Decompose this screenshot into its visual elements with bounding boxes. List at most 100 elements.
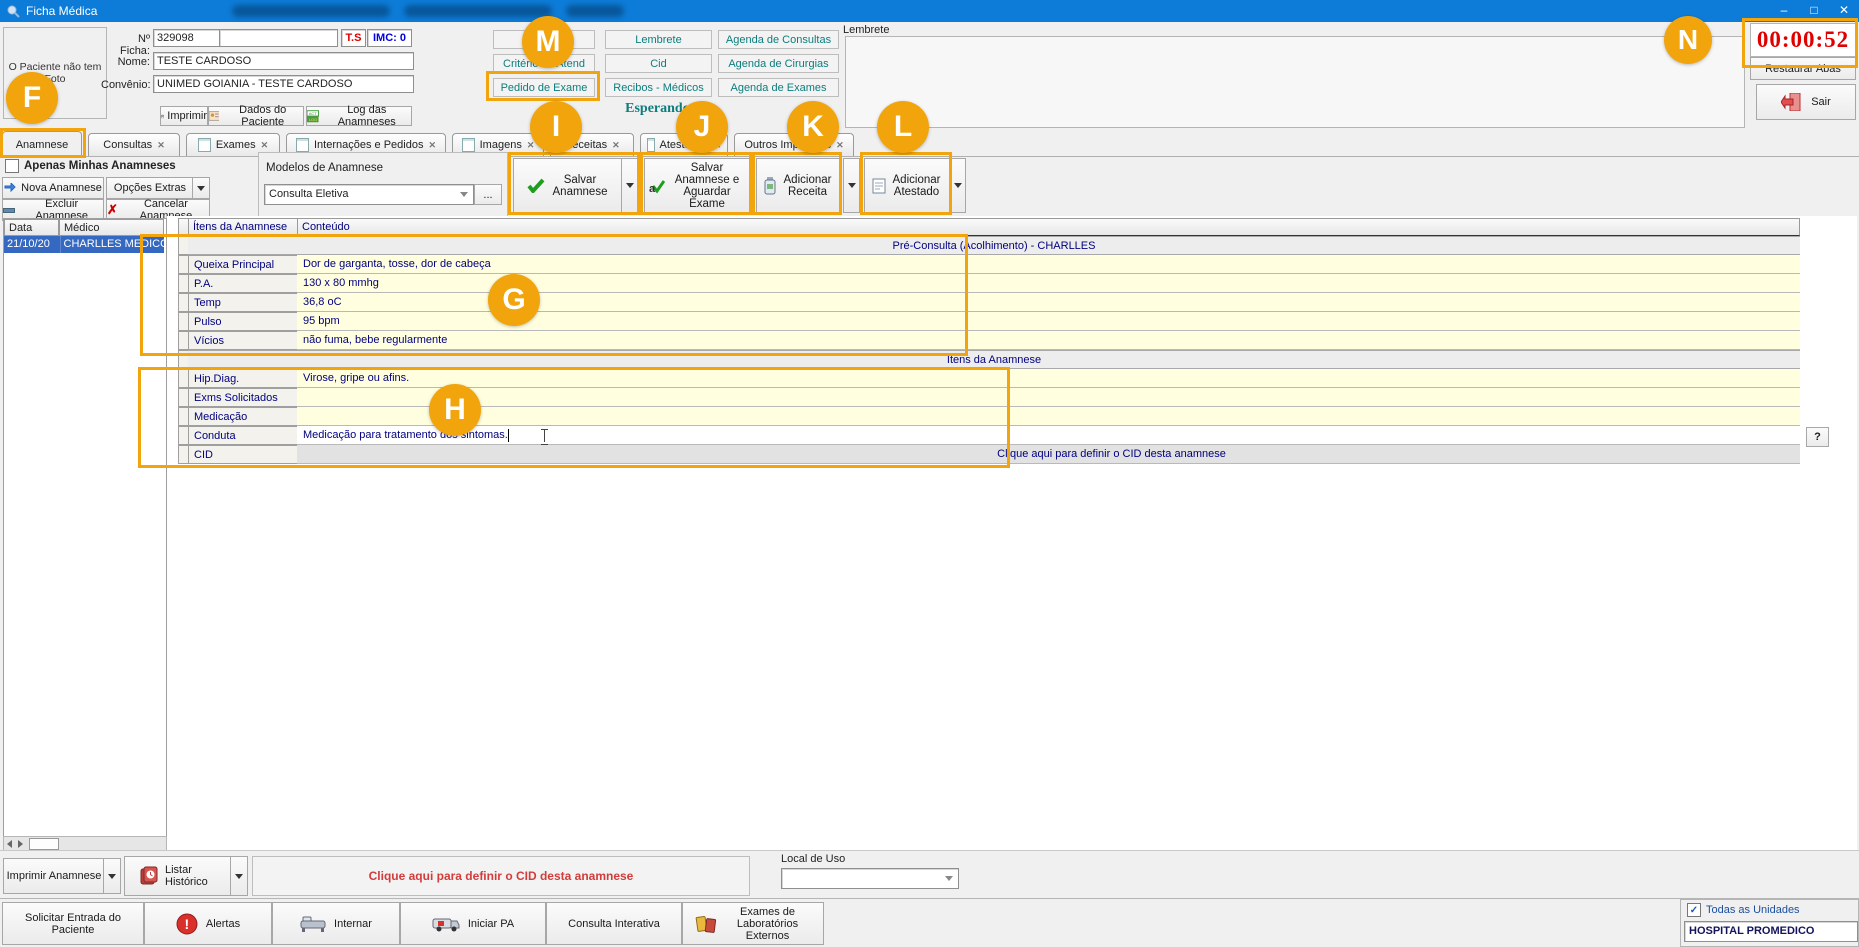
- nome-input[interactable]: TESTE CARDOSO: [153, 52, 414, 70]
- tab-consultas[interactable]: Consultas✕: [88, 133, 180, 156]
- sair-button[interactable]: Sair: [1756, 84, 1856, 120]
- chevron-down-icon: [626, 183, 634, 188]
- adicionar-receita-dropdown[interactable]: [843, 158, 860, 213]
- grid-value-queixa[interactable]: Dor de garganta, tosse, dor de cabeça: [297, 255, 1800, 274]
- chevron-down-icon: [945, 876, 953, 881]
- convenio-input[interactable]: UNIMED GOIANIA - TESTE CARDOSO: [153, 75, 414, 93]
- alertas-button[interactable]: ! Alertas: [144, 902, 272, 945]
- alert-icon: !: [176, 913, 198, 935]
- modelos-combobox[interactable]: Consulta Eletiva: [264, 184, 474, 205]
- grid-label-conduta[interactable]: Conduta: [188, 426, 298, 445]
- solicitar-entrada-button[interactable]: Solicitar Entrada do Paciente: [2, 902, 144, 945]
- grid-label-medicacao[interactable]: Medicação: [188, 407, 298, 426]
- grid-value-medicacao[interactable]: [297, 407, 1800, 426]
- atestado-doc-icon: [872, 178, 886, 194]
- minimize-button[interactable]: –: [1769, 0, 1799, 22]
- adicionar-atestado-button[interactable]: Adicionar Atestado: [864, 158, 950, 213]
- adicionar-receita-button[interactable]: Adicionar Receita: [756, 158, 840, 213]
- ficha-input[interactable]: 329098: [153, 29, 220, 47]
- grid-label-hipdiag[interactable]: Hip.Diag.: [188, 369, 298, 388]
- grid-value-vicios[interactable]: não fuma, bebe regularmente: [297, 331, 1800, 350]
- grid-label-pulso[interactable]: Pulso: [188, 312, 298, 331]
- modelos-more-button[interactable]: ...: [474, 184, 502, 205]
- history-col-medico[interactable]: Médico: [59, 219, 164, 236]
- act-log-icon: ACTLOG: [307, 110, 319, 123]
- grid-col-itens[interactable]: Ítens da Anamnese: [188, 218, 298, 236]
- agenda-de-cirurgias-button[interactable]: Agenda de Cirurgias: [718, 54, 839, 73]
- history-row-selected[interactable]: 21/10/20 CHARLLES MEDICO: [4, 236, 164, 253]
- grid-col-conteudo[interactable]: Conteúdo: [297, 218, 1800, 236]
- agenda-de-exames-button[interactable]: Agenda de Exames: [718, 78, 839, 97]
- grid-label-pa[interactable]: P.A.: [188, 274, 298, 293]
- scrollbar-thumb[interactable]: [29, 838, 59, 850]
- ficha-secondary-input[interactable]: [219, 29, 338, 47]
- checkbox-checked-box[interactable]: ✓: [1687, 903, 1701, 917]
- close-tab-icon[interactable]: ✕: [261, 140, 269, 151]
- lembrete-panel[interactable]: [845, 36, 1745, 128]
- todas-unidades-checkbox[interactable]: ✓ Todas as Unidades: [1687, 903, 1800, 917]
- history-col-data[interactable]: Data: [4, 219, 59, 236]
- pedido-de-exame-button[interactable]: Pedido de Exame: [493, 78, 595, 97]
- help-button[interactable]: ?: [1806, 427, 1829, 447]
- cid-button[interactable]: Cid: [605, 54, 712, 73]
- chevron-down-icon: [848, 183, 856, 188]
- grid-value-hipdiag[interactable]: Virose, gripe ou afins.: [297, 369, 1800, 388]
- grid-label-vicios[interactable]: Vícios: [188, 331, 298, 350]
- atestados-tab-icon: [647, 138, 655, 152]
- close-tab-icon[interactable]: ✕: [157, 140, 165, 151]
- iniciar-pa-button[interactable]: Iniciar PA: [400, 902, 546, 945]
- opcoes-extras-button[interactable]: Opções Extras: [106, 177, 194, 199]
- green-check-icon: [527, 178, 545, 193]
- grid-label-temp[interactable]: Temp: [188, 293, 298, 312]
- listar-historico-button[interactable]: Listar Histórico: [124, 856, 232, 896]
- grid-section-itens: Itens da Anamnese: [188, 350, 1800, 369]
- chevron-down-icon: [197, 186, 205, 191]
- salvar-anamnese-dropdown[interactable]: [621, 158, 638, 213]
- exames-lab-externos-button[interactable]: Exames de Laboratórios Externos: [682, 902, 824, 945]
- nova-anamnese-button[interactable]: Nova Anamnese: [2, 177, 104, 199]
- internar-button[interactable]: Internar: [272, 902, 400, 945]
- grid-value-exms[interactable]: [297, 388, 1800, 407]
- salvar-anamnese-button[interactable]: Salvar Anamnese: [513, 158, 623, 213]
- svg-text:a: a: [649, 183, 656, 194]
- close-tab-icon[interactable]: ✕: [612, 140, 620, 151]
- close-button[interactable]: ✕: [1829, 0, 1859, 22]
- scroll-right-icon[interactable]: [18, 840, 23, 848]
- recibos-medicos-button[interactable]: Recibos - Médicos: [605, 78, 712, 97]
- internar-bed-icon: [300, 915, 326, 933]
- grid-label-cid[interactable]: CID: [188, 445, 298, 464]
- grid-value-conduta-editing[interactable]: Medicação para tratamento dos sintomas.: [297, 426, 1800, 445]
- restaurar-abas-button[interactable]: Restaurar Abas: [1750, 57, 1856, 80]
- log-das-anamneses-button[interactable]: ACTLOG Log das Anamneses: [306, 106, 412, 126]
- ficha-medica-window: Ficha Médica – □ ✕ O Paciente não tem Fo…: [0, 0, 1859, 947]
- close-tab-icon[interactable]: ✕: [428, 140, 436, 151]
- adicionar-atestado-dropdown[interactable]: [949, 158, 966, 213]
- checkbox-box[interactable]: [5, 159, 19, 173]
- apenas-minhas-anamneses-checkbox[interactable]: Apenas Minhas Anamneses: [5, 159, 176, 173]
- lembrete-button[interactable]: Lembrete: [605, 30, 712, 49]
- listar-historico-dropdown[interactable]: [230, 856, 248, 896]
- ts-button[interactable]: T.S: [341, 29, 366, 47]
- opcoes-extras-dropdown[interactable]: [192, 177, 210, 199]
- imprimir-anamnese-dropdown[interactable]: [103, 858, 121, 894]
- imc-indicator: IMC: 0: [367, 29, 412, 47]
- close-tab-icon[interactable]: ✕: [836, 140, 844, 151]
- dados-do-paciente-button[interactable]: Dados do Paciente: [208, 106, 304, 126]
- patient-card-icon: [209, 110, 219, 122]
- imprimir-button[interactable]: Imprimir: [160, 106, 208, 126]
- grid-label-queixa[interactable]: Queixa Principal: [188, 255, 298, 274]
- local-de-uso-combobox[interactable]: [781, 868, 959, 889]
- agenda-de-consultas-button[interactable]: Agenda de Consultas: [718, 30, 839, 49]
- grid-cid-placeholder[interactable]: Clique aqui para definir o CID desta ana…: [297, 445, 1800, 464]
- scroll-left-icon[interactable]: [7, 840, 12, 848]
- consulta-interativa-button[interactable]: Consulta Interativa: [546, 902, 682, 945]
- history-row-date: 21/10/20: [4, 236, 61, 253]
- salvar-e-aguardar-exame-button[interactable]: a Salvar Anamnese e Aguardar Exame: [644, 158, 750, 213]
- maximize-button[interactable]: □: [1799, 0, 1829, 22]
- cid-warning-bar[interactable]: Clique aqui para definir o CID desta ana…: [252, 856, 750, 896]
- grid-label-exms[interactable]: Exms Solicitados: [188, 388, 298, 407]
- annotation-badge-m: M: [522, 16, 574, 68]
- cancel-x-icon: ✗: [107, 202, 118, 218]
- tab-anamnese[interactable]: Anamnese: [2, 131, 82, 157]
- imprimir-anamnese-button[interactable]: Imprimir Anamnese: [3, 858, 105, 894]
